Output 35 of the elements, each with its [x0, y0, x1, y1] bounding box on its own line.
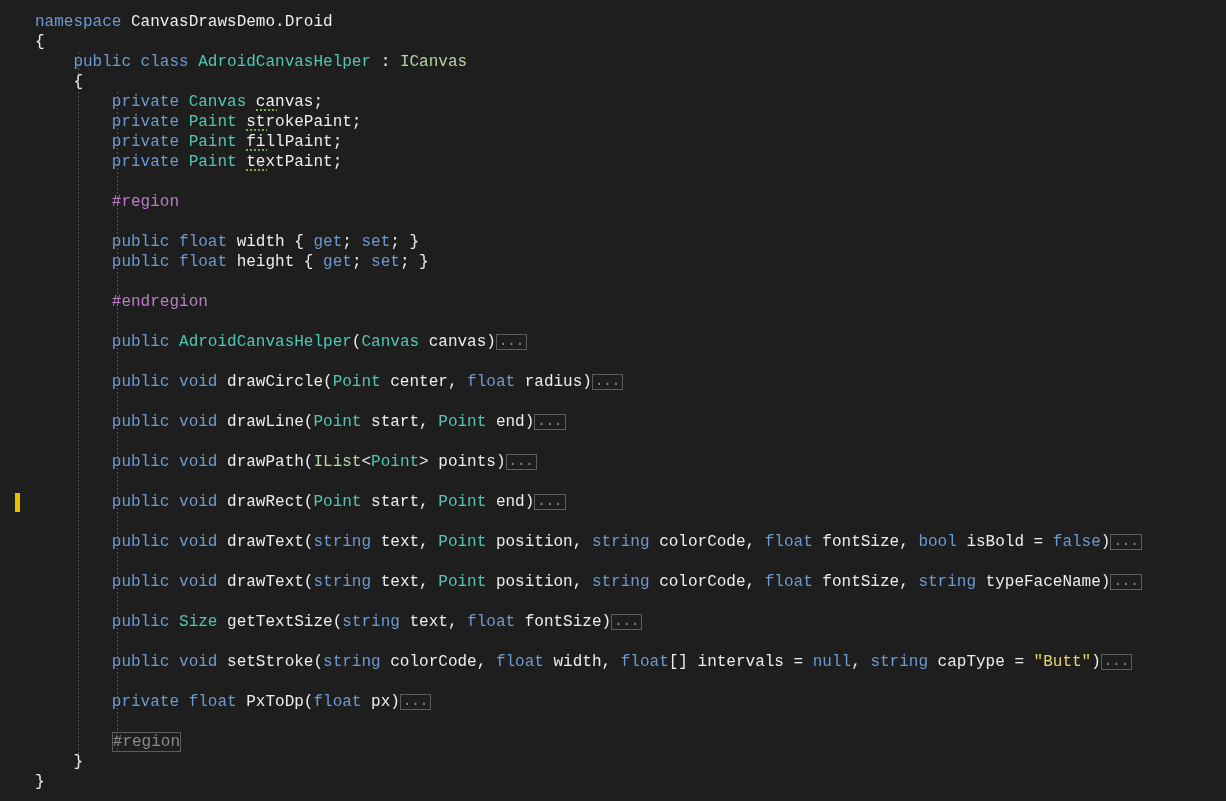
code-line: private float PxToDp(float px)	[111, 692, 400, 712]
fold-marker[interactable]: ...	[1100, 654, 1133, 670]
code-line: public void drawRect(Point start, Point end)	[111, 492, 535, 512]
code-line: public void setStroke(string colorCode, float width, float[] intervals = null, string capType = "Butt")	[111, 652, 1101, 672]
code-line: private Canvas canvas;	[111, 92, 324, 112]
fold-marker[interactable]: ...	[591, 374, 624, 390]
code-line: private Paint fillPaint;	[111, 132, 343, 152]
code-line: public Size getTextSize(string text, float fontSize)	[111, 612, 612, 632]
code-line: public void drawText(string text, Point position, string colorCode, float fontSize, bool isBold = false)	[111, 532, 1111, 552]
fold-marker[interactable]: ...	[534, 494, 566, 510]
code-line: private Paint strokePaint;	[111, 112, 362, 132]
fold-marker[interactable]: ...	[505, 454, 537, 470]
code-line: public void drawLine(Point start, Point end)	[111, 412, 535, 432]
fold-marker[interactable]: ...	[534, 414, 566, 430]
code-line: public void drawCircle(Point center, float radius)	[111, 372, 592, 392]
code-line: {	[35, 32, 45, 52]
fold-marker[interactable]: ...	[1110, 574, 1142, 590]
fold-marker[interactable]: ...	[611, 614, 643, 630]
fold-marker[interactable]: ...	[399, 694, 432, 710]
code-line: #endregion	[111, 292, 208, 312]
code-line: private Paint textPaint;	[111, 152, 343, 172]
code-line: public float height { get; set; }	[111, 252, 429, 272]
code-line: public void drawText(string text, Point position, string colorCode, float fontSize, string typeFaceName)	[111, 572, 1111, 592]
code-line: }	[35, 772, 45, 792]
code-line: namespace CanvasDrawsDemo.Droid	[35, 12, 333, 32]
code-line: public void drawPath(IList<Point> points)	[111, 452, 506, 472]
collapsed-region[interactable]: #region	[111, 732, 182, 752]
code-line: #region	[111, 192, 180, 212]
code-line: public AdroidCanvasHelper(Canvas canvas)	[111, 332, 496, 352]
fold-marker[interactable]: ...	[1110, 534, 1142, 550]
code-line: }	[73, 752, 83, 772]
code-line: public class AdroidCanvasHelper : ICanvas	[73, 52, 468, 72]
code-line: {	[73, 72, 83, 92]
code-line: public float width { get; set; }	[111, 232, 420, 252]
fold-marker[interactable]: ...	[495, 334, 528, 350]
